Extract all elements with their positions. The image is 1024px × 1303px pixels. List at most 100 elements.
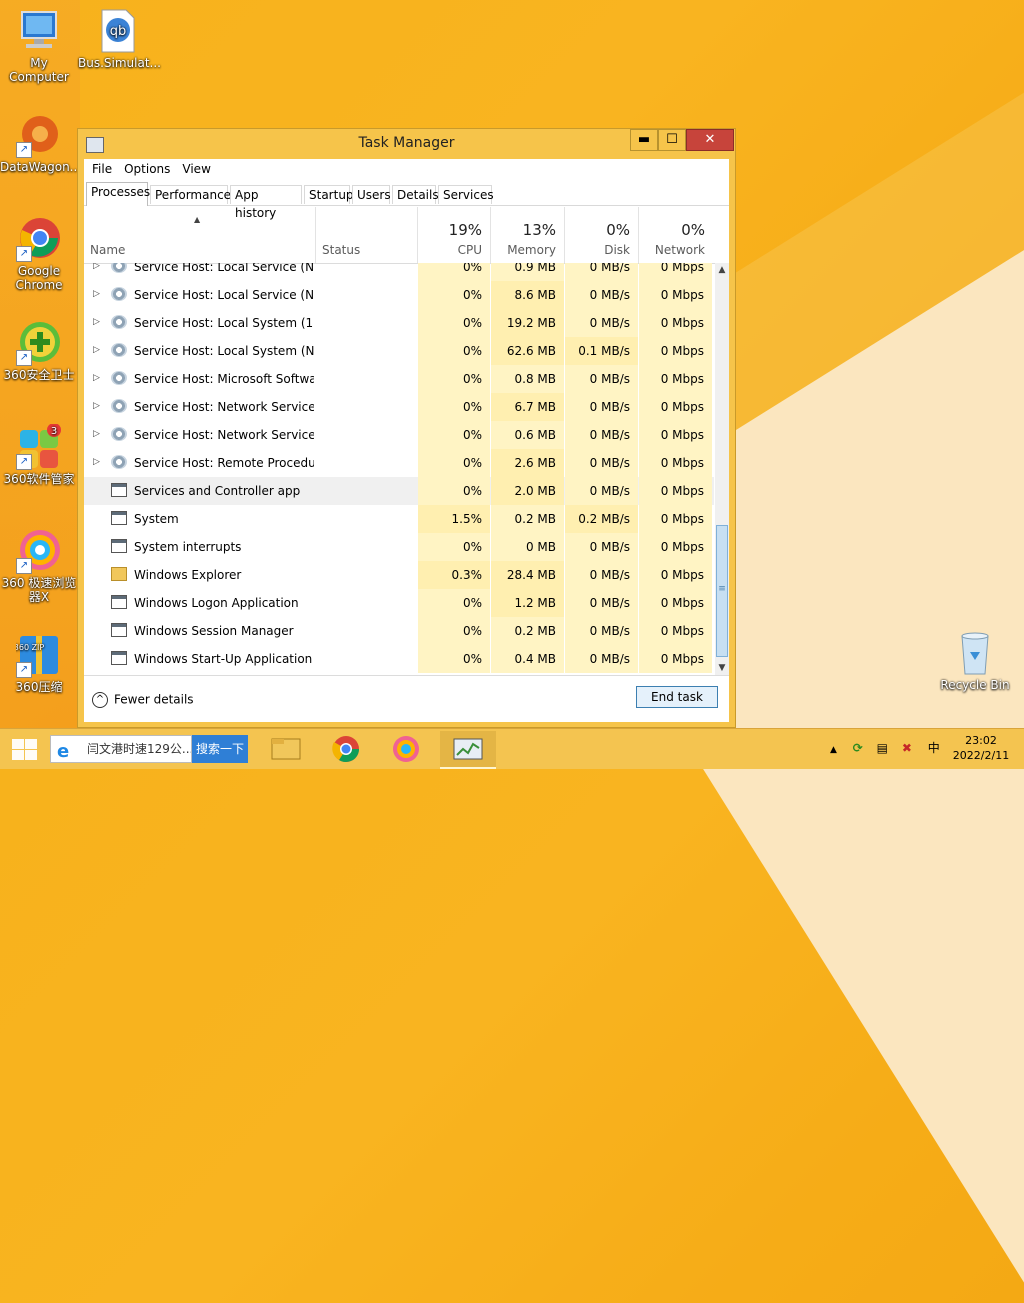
taskbar-chrome[interactable] <box>318 731 374 767</box>
360-browser-icon: ↗ <box>16 528 62 574</box>
network-icon[interactable]: ▤ <box>877 741 888 755</box>
desktop-icon-datawagon[interactable]: ↗ DataWagon... <box>0 112 81 174</box>
table-row[interactable]: Windows Logon Application 0% 1.2 MB 0 MB/s 0… <box>84 589 714 617</box>
360-safe-icon: ↗ <box>16 320 62 366</box>
column-memory[interactable]: 13% Memory <box>491 207 565 263</box>
process-name: Service Host: Remote Procedure... <box>134 456 314 470</box>
cpu-cell: 0% <box>418 421 490 449</box>
expand-chevron-icon[interactable]: ▷ <box>93 401 100 411</box>
scroll-thumb[interactable]: ≡ <box>716 525 728 657</box>
menu-file[interactable]: File <box>86 159 118 179</box>
vertical-scrollbar[interactable]: ▲ ≡ ▼ <box>715 263 729 675</box>
start-button[interactable] <box>10 737 38 761</box>
maximize-button[interactable]: ☐ <box>658 129 686 151</box>
tab-users[interactable]: Users <box>352 185 391 204</box>
cpu-cell: 0% <box>418 645 490 673</box>
process-name: Service Host: Network Service (4) <box>134 400 314 414</box>
close-button[interactable]: ✕ <box>686 129 734 151</box>
window-icon <box>111 651 127 665</box>
table-row[interactable]: ▷ Service Host: Local System (Net... 0%62.… <box>84 337 714 365</box>
table-row[interactable]: Windows Start-Up Application 0% 0.4 MB 0 MB… <box>84 645 714 673</box>
window-icon <box>111 623 127 637</box>
desktop-icon-360-safe[interactable]: ↗ 360安全卫士 <box>0 320 78 382</box>
chrome-icon: ↗ <box>16 216 62 262</box>
network-cell: 0 Mbps <box>639 263 712 281</box>
column-status[interactable]: Status <box>316 207 418 263</box>
show-hidden-icons-icon[interactable]: ▲ <box>830 745 837 755</box>
table-row[interactable]: ▷ Service Host: Remote Procedure... 0%2.6 … <box>84 449 714 477</box>
volume-muted-icon[interactable]: ✖ <box>902 741 912 755</box>
network-total: 0% <box>681 221 705 239</box>
table-row[interactable]: ▷ Service Host: Local System (15) 0% 19.2 M… <box>84 309 714 337</box>
desktop-icon-bus-simulator[interactable]: qb Bus.Simulat... <box>78 8 161 70</box>
expand-chevron-icon[interactable]: ▷ <box>93 289 100 299</box>
table-row[interactable]: ▷ Service Host: Local Service (No ... 0%8.… <box>84 281 714 309</box>
expand-chevron-icon[interactable]: ▷ <box>93 429 100 439</box>
network-cell: 0 Mbps <box>639 365 712 393</box>
table-row[interactable]: ▷Service Host: Local Service (No I...0%0… <box>84 263 714 281</box>
desktop-icon-360-software[interactable]: 3 ↗ 360软件管家 <box>0 423 78 486</box>
column-name[interactable]: ▲ Name <box>84 207 316 263</box>
disk-cell: 0 MB/s <box>565 533 638 561</box>
process-name: Windows Explorer <box>134 568 242 582</box>
table-row[interactable]: ▷ Service Host: Network Service (4) 0%6.7 … <box>84 393 714 421</box>
tab-app-history[interactable]: App history <box>230 185 302 220</box>
taskbar-file-explorer[interactable] <box>258 731 314 767</box>
tab-performance[interactable]: Performance <box>150 185 231 204</box>
memory-cell: 2.0 MB <box>491 477 564 505</box>
expand-chevron-icon[interactable]: ▷ <box>93 317 100 327</box>
column-disk[interactable]: 0% Disk <box>565 207 639 263</box>
search-input[interactable]: e 闫文港时速129公... <box>50 735 192 763</box>
memory-cell: 0.6 MB <box>491 421 564 449</box>
process-name: System interrupts <box>134 540 242 554</box>
taskbar-360-browser[interactable] <box>378 731 434 767</box>
table-row[interactable]: Windows Explorer 0.3% 28.4 MB 0 MB/s 0 Mbps <box>84 561 714 589</box>
menu-options[interactable]: Options <box>118 159 176 179</box>
tab-processes[interactable]: Processes <box>86 182 150 206</box>
column-status-label: Status <box>322 243 361 257</box>
column-cpu[interactable]: 19% CPU <box>418 207 491 263</box>
fewer-details-link[interactable]: ^ Fewer details <box>92 692 194 708</box>
scroll-up-arrow-icon[interactable]: ▲ <box>715 263 729 277</box>
search-button[interactable]: 搜索一下 <box>192 735 248 763</box>
desktop-icon-google-chrome[interactable]: ↗ Google Chrome <box>0 216 78 292</box>
desktop-icon-recycle-bin[interactable]: Recycle Bin <box>936 630 1014 692</box>
expand-chevron-icon[interactable]: ▷ <box>93 263 100 271</box>
table-row[interactable]: Windows Session Manager 0% 0.2 MB 0 MB/s 0 M… <box>84 617 714 645</box>
table-row[interactable]: System interrupts 0% 0 MB 0 MB/s 0 Mbps <box>84 533 714 561</box>
table-row[interactable]: System 1.5% 0.2 MB 0.2 MB/s 0 Mbps <box>84 505 714 533</box>
desktop-icon-my-computer[interactable]: My Computer <box>0 8 78 84</box>
menu-view[interactable]: View <box>176 159 216 179</box>
table-row[interactable]: Services and Controller app 0% 2.0 MB 0 MB/… <box>84 477 714 505</box>
ime-indicator[interactable]: 中 <box>928 741 940 755</box>
minimize-button[interactable]: ▬ <box>630 129 658 151</box>
disk-cell: 0 MB/s <box>565 309 638 337</box>
disk-cell: 0 MB/s <box>565 365 638 393</box>
expand-chevron-icon[interactable]: ▷ <box>93 457 100 467</box>
task-manager-window: Task Manager ▬ ☐ ✕ File Options View Proce… <box>77 128 736 728</box>
network-cell: 0 Mbps <box>639 477 712 505</box>
tab-services[interactable]: Services <box>438 185 494 204</box>
tab-startup[interactable]: Startup <box>304 185 354 204</box>
taskbar-task-manager[interactable] <box>440 731 496 769</box>
title-bar[interactable]: Task Manager ▬ ☐ ✕ <box>78 129 735 159</box>
expand-chevron-icon[interactable]: ▷ <box>93 373 100 383</box>
windows-logo-icon <box>12 739 24 749</box>
tab-details[interactable]: Details <box>392 185 439 204</box>
memory-cell: 0.9 MB <box>491 263 564 281</box>
expand-chevron-icon[interactable]: ▷ <box>93 345 100 355</box>
qb-badge: qb <box>110 24 127 39</box>
cpu-cell: 0% <box>418 281 490 309</box>
scroll-down-arrow-icon[interactable]: ▼ <box>715 661 729 675</box>
clock[interactable]: 23:02 2022/2/11 <box>946 733 1016 763</box>
end-task-button[interactable]: End task <box>636 686 718 708</box>
column-network[interactable]: 0% Network <box>639 207 713 263</box>
desktop-icon-360-zip[interactable]: 360 ZIP ↗ 360压缩 <box>0 632 78 694</box>
cpu-cell: 0.3% <box>418 561 490 589</box>
table-row[interactable]: ▷ Service Host: Network Service (... 0%0.6… <box>84 421 714 449</box>
gear-icon <box>111 343 127 357</box>
table-row[interactable]: ▷ Service Host: Microsoft Softwar... 0% 0.8… <box>84 365 714 393</box>
360-tray-icon[interactable]: ⟳ <box>853 741 863 755</box>
desktop-icon-360-browser[interactable]: ↗ 360 极速浏览器X <box>0 528 78 604</box>
cpu-cell: 0% <box>418 337 490 365</box>
